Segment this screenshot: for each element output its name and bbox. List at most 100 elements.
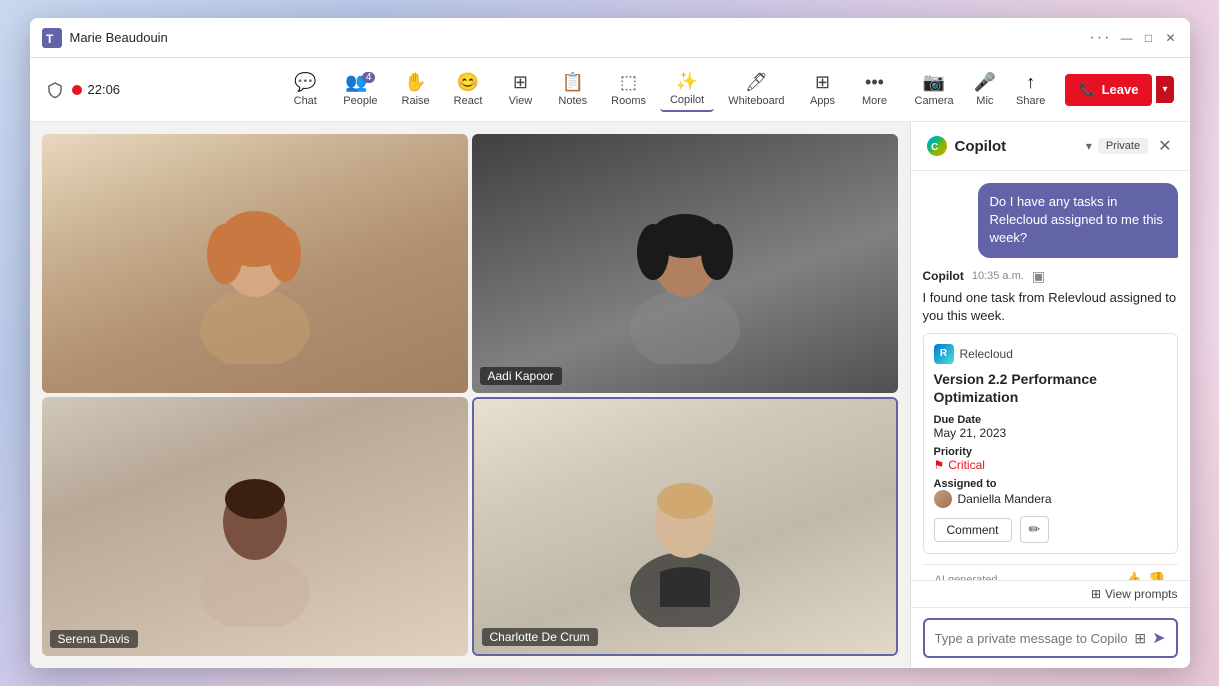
view-prompts-label: View prompts <box>1105 587 1177 601</box>
leave-label: Leave <box>1102 82 1139 97</box>
raise-label: Raise <box>402 95 430 107</box>
copilot-header: C Copilot ▾ Private ✕ <box>911 122 1190 171</box>
task-priority-value: ⚑ Critical <box>934 458 1167 472</box>
more-options-icon[interactable]: ··· <box>1090 29 1112 47</box>
prompts-icon: ⊞ <box>1091 587 1101 601</box>
copilot-close-button[interactable]: ✕ <box>1154 134 1175 158</box>
teams-logo-icon: T <box>42 28 62 48</box>
rooms-label: Rooms <box>611 95 646 107</box>
user-message-bubble: Do I have any tasks in Relecloud assigne… <box>978 183 1178 258</box>
svg-text:T: T <box>46 32 54 46</box>
copilot-meta: Copilot 10:35 a.m. ▣ <box>923 268 1178 285</box>
chat-icon: 💬 <box>294 72 316 93</box>
whiteboard-label: Whiteboard <box>728 95 784 107</box>
video-cell-p1 <box>42 134 468 393</box>
task-assigned-label: Assigned to <box>934 478 1167 490</box>
rooms-icon: ⬚ <box>620 72 637 93</box>
notes-button[interactable]: 📋 Notes <box>548 68 597 111</box>
input-format-button[interactable]: ⊞ <box>1134 630 1146 647</box>
copilot-icon: ✨ <box>676 71 698 92</box>
close-button[interactable]: ✕ <box>1164 31 1178 45</box>
share-icon: ↑ <box>1026 72 1035 93</box>
share-button[interactable]: ↑ Share <box>1008 68 1053 111</box>
whiteboard-button[interactable]: 🖊 Whiteboard <box>718 68 794 111</box>
video-grid: Aadi Kapoor Serena Davis <box>30 122 910 668</box>
maximize-button[interactable]: □ <box>1142 31 1156 45</box>
recording-indicator: 22:06 <box>72 82 121 97</box>
view-icon: ⊞ <box>513 72 528 93</box>
notes-icon: 📋 <box>562 72 584 93</box>
task-due-date-label: Due Date <box>934 414 1167 426</box>
participant-silhouette-p3 <box>175 427 335 627</box>
toolbar-center: 💬 Chat 👥4 People ✋ Raise 😊 React <box>281 67 898 112</box>
camera-button[interactable]: 📷 Camera <box>907 68 962 111</box>
message-icon: ▣ <box>1032 268 1045 285</box>
copilot-input-area: ⊞ ➤ <box>911 607 1190 668</box>
task-assigned-row: Daniella Mandera <box>934 490 1167 508</box>
priority-flag-icon: ⚑ <box>934 458 945 472</box>
participant-silhouette-p1 <box>175 164 335 364</box>
apps-label: Apps <box>810 95 835 107</box>
view-prompts-row: ⊞ View prompts <box>911 580 1190 607</box>
apps-icon: ⊞ <box>815 72 830 93</box>
apps-button[interactable]: ⊞ Apps <box>799 68 847 111</box>
copilot-button[interactable]: ✨ Copilot <box>660 67 714 112</box>
video-bg-p3 <box>42 397 468 656</box>
copilot-time: 10:35 a.m. <box>972 270 1024 282</box>
copilot-message-input[interactable] <box>935 631 1129 646</box>
participant-name-p2: Aadi Kapoor <box>480 367 562 385</box>
teams-window: T Marie Beaudouin ··· — □ ✕ 22:06 💬 Chat <box>30 18 1190 668</box>
thumbs-down-button[interactable]: 👎 <box>1148 571 1165 580</box>
copilot-label: Copilot <box>670 94 704 106</box>
people-label: People <box>343 95 377 107</box>
more-icon: ••• <box>865 72 884 93</box>
leave-dropdown-button[interactable]: ▾ <box>1156 76 1173 103</box>
participant-silhouette-p4 <box>605 427 765 627</box>
edit-button[interactable]: ✏ <box>1020 516 1050 543</box>
view-prompts-button[interactable]: ⊞ View prompts <box>1091 587 1178 601</box>
raise-button[interactable]: ✋ Raise <box>392 68 440 111</box>
phone-icon: 📞 <box>1079 82 1095 98</box>
react-button[interactable]: 😊 React <box>444 68 493 111</box>
rooms-button[interactable]: ⬚ Rooms <box>601 68 656 111</box>
more-button[interactable]: ••• More <box>851 68 899 111</box>
copilot-panel: C Copilot ▾ Private ✕ Do I have any task… <box>910 122 1190 668</box>
relecloud-icon: R <box>934 344 954 364</box>
toolbar-left: 22:06 <box>46 81 121 99</box>
task-priority-field: Priority ⚑ Critical <box>934 446 1167 472</box>
task-assigned-value: Daniella Mandera <box>958 492 1052 506</box>
copilot-logo-icon: C <box>925 134 949 158</box>
mic-button[interactable]: 🎤 Mic <box>966 68 1004 111</box>
camera-label: Camera <box>915 95 954 107</box>
task-due-date-field: Due Date May 21, 2023 <box>934 414 1167 440</box>
video-bg-p1 <box>42 134 468 393</box>
video-cell-p2: Aadi Kapoor <box>472 134 898 393</box>
input-send-button[interactable]: ➤ <box>1152 628 1165 648</box>
task-title: Version 2.2 Performance Optimization <box>934 370 1167 406</box>
leave-button[interactable]: 📞 Leave <box>1065 74 1152 106</box>
mic-icon: 🎤 <box>974 72 996 93</box>
view-label: View <box>509 95 533 107</box>
task-due-date-value: May 21, 2023 <box>934 426 1167 440</box>
copilot-chevron-icon[interactable]: ▾ <box>1086 139 1092 153</box>
comment-button[interactable]: Comment <box>934 518 1012 542</box>
people-badge: 4 <box>362 72 376 83</box>
thumbs-up-button[interactable]: 👍 <box>1125 571 1142 580</box>
window-controls: — □ ✕ <box>1120 31 1178 45</box>
people-icon: 👥4 <box>345 72 375 93</box>
meeting-timer: 22:06 <box>88 82 121 97</box>
copilot-bot-name: Copilot <box>923 269 964 283</box>
minimize-button[interactable]: — <box>1120 31 1134 45</box>
task-assigned-field: Assigned to Daniella Mandera <box>934 478 1167 508</box>
chat-button[interactable]: 💬 Chat <box>281 68 329 111</box>
notes-label: Notes <box>558 95 587 107</box>
copilot-response-text: I found one task from Relevloud assigned… <box>923 289 1178 325</box>
private-badge: Private <box>1098 138 1148 154</box>
raise-icon: ✋ <box>404 72 426 93</box>
video-cell-p3: Serena Davis <box>42 397 468 656</box>
view-button[interactable]: ⊞ View <box>496 68 544 111</box>
react-label: React <box>454 95 483 107</box>
people-button[interactable]: 👥4 People <box>333 68 387 111</box>
video-cell-p4: Charlotte De Crum <box>472 397 898 656</box>
assignee-avatar <box>934 490 952 508</box>
